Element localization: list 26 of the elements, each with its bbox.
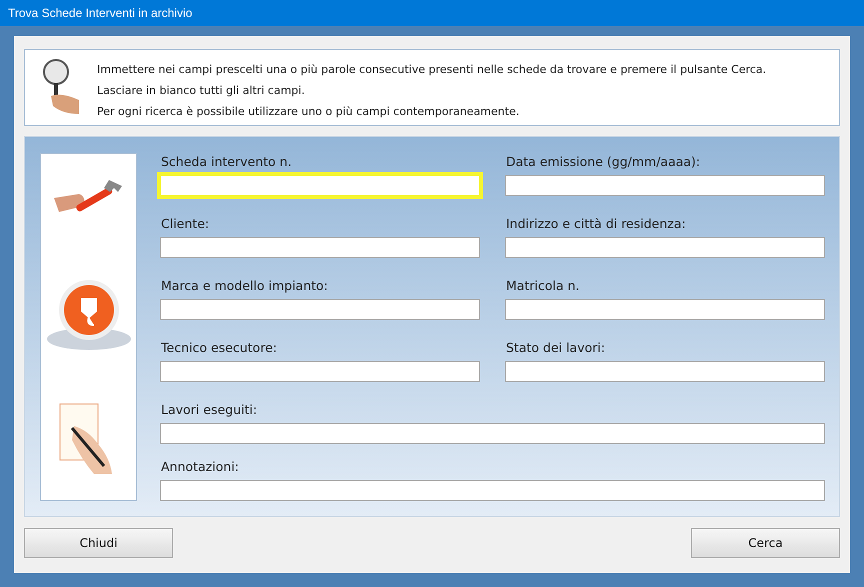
instruction-text: Per ogni ricerca è possibile utilizzare uno o più campi contemporaneamente. xyxy=(97,104,520,120)
input-field[interactable] xyxy=(505,299,825,320)
field-label: Matricola n. xyxy=(506,277,580,295)
field-label: Annotazioni: xyxy=(161,458,240,476)
field-label: Lavori eseguiti: xyxy=(161,401,258,419)
close-button[interactable]: Chiudi xyxy=(24,528,173,558)
search-button[interactable]: Cerca xyxy=(691,528,840,558)
input-field[interactable] xyxy=(160,423,825,444)
input-field[interactable] xyxy=(160,480,825,501)
input-field[interactable] xyxy=(160,237,480,258)
field-label: Cliente: xyxy=(161,215,210,233)
instruction-text: Lasciare in bianco tutti gli altri campi. xyxy=(97,83,306,99)
field-label: Tecnico esecutore: xyxy=(161,339,278,357)
input-field[interactable] xyxy=(505,237,825,258)
instruction-text: Immettere nei campi prescelti una o più parole consecutive presenti nelle schede da trovare e premere il pulsante Cerca. xyxy=(97,62,766,78)
input-field[interactable] xyxy=(160,361,480,382)
field-label: Indirizzo e città di residenza: xyxy=(506,215,687,233)
magnifier-icon xyxy=(41,58,81,116)
input-field[interactable] xyxy=(505,361,825,382)
field-label: Stato dei lavori: xyxy=(506,339,606,357)
input-field[interactable] xyxy=(505,175,825,196)
field-label: Scheda intervento n. xyxy=(161,153,293,171)
field-label: Data emissione (gg/mm/aaaa): xyxy=(506,153,702,171)
input-field[interactable] xyxy=(160,299,480,320)
window-title: Trova Schede Interventi in archivio xyxy=(0,0,864,26)
field-label: Marca e modello impianto: xyxy=(161,277,329,295)
